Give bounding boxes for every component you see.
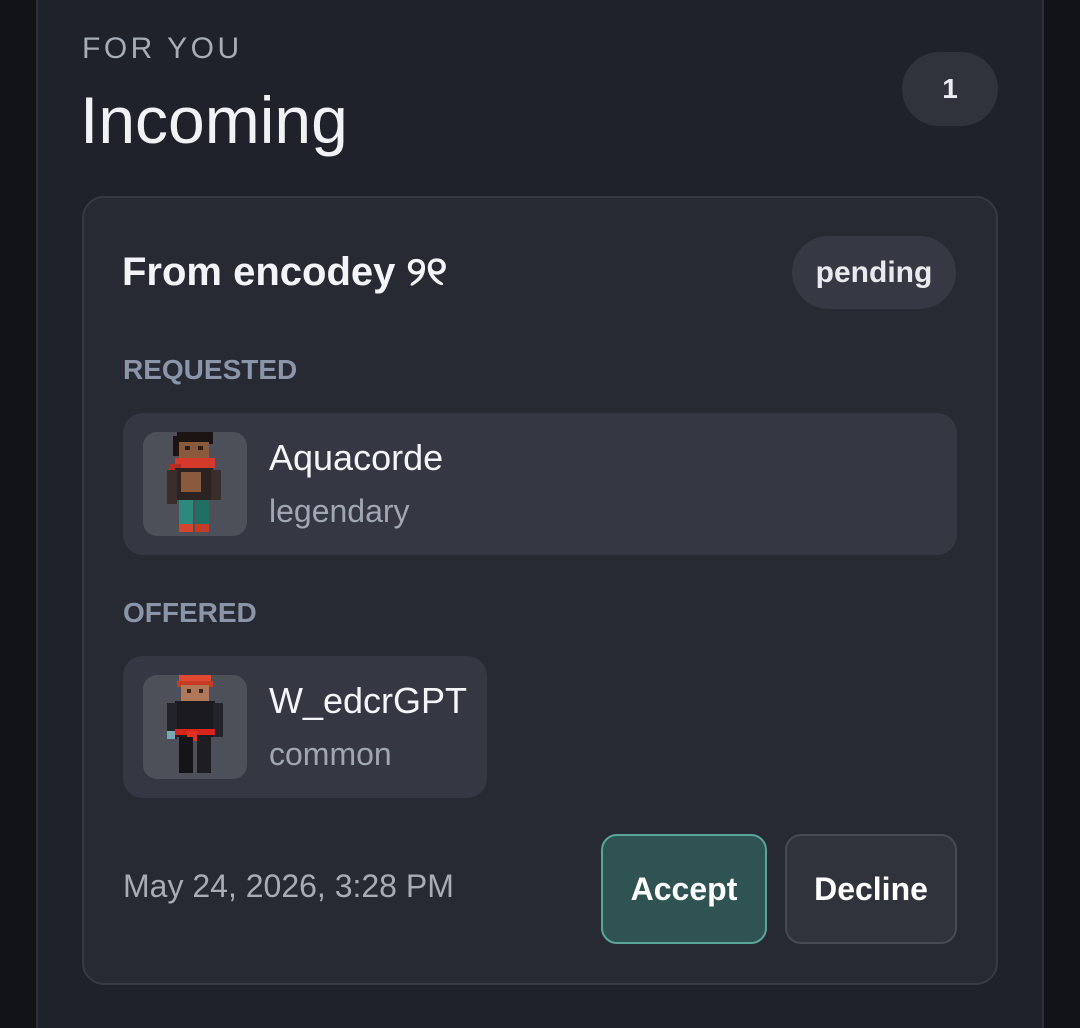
skin-figure-icon: [167, 675, 223, 773]
accept-button[interactable]: Accept: [601, 834, 767, 944]
item-rarity: legendary: [269, 493, 410, 529]
offered-item-card[interactable]: W_edcrGPT common: [123, 656, 487, 798]
skin-avatar-w-edcrgpt: [143, 675, 247, 779]
requested-section-label: REQUESTED: [123, 354, 298, 385]
section-eyebrow: FOR YOU: [82, 32, 243, 65]
trade-timestamp: May 24, 2026, 3:28 PM: [123, 868, 454, 904]
decline-button[interactable]: Decline: [785, 834, 957, 944]
skin-avatar-aquacorde: [143, 432, 247, 536]
status-badge: pending: [792, 236, 956, 309]
offered-section-label: OFFERED: [123, 597, 257, 628]
trade-from-title: From encodey ୨୧: [122, 250, 448, 294]
item-name: W_edcrGPT: [269, 680, 468, 721]
item-name: Aquacorde: [269, 437, 444, 478]
requested-item-card[interactable]: Aquacorde legendary: [123, 413, 957, 555]
page-title: Incoming: [80, 83, 348, 157]
skin-figure-icon: [167, 432, 221, 532]
item-rarity: common: [269, 736, 392, 772]
incoming-count-badge: 1: [902, 52, 998, 126]
